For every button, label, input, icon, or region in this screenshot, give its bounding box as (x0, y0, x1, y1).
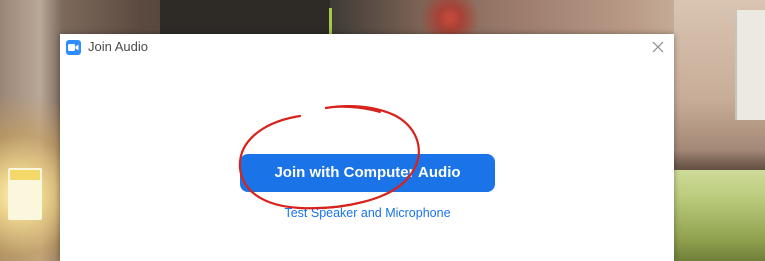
background-green-line (329, 8, 332, 34)
background-white-panel (735, 10, 765, 120)
join-with-computer-audio-button[interactable]: Join with Computer Audio (240, 154, 495, 192)
dialog-titlebar: Join Audio (60, 34, 674, 60)
zoom-camera-icon (66, 40, 81, 55)
background-green-box (674, 170, 765, 261)
close-icon[interactable] (650, 39, 666, 55)
join-audio-dialog: Join Audio Join with Computer Audio Test… (60, 34, 674, 261)
background-lamp-stripe (10, 170, 40, 180)
background-dark-region (160, 0, 330, 34)
test-speaker-and-microphone-link[interactable]: Test Speaker and Microphone (240, 206, 495, 220)
background-red-object (420, 0, 500, 34)
dialog-title: Join Audio (88, 39, 148, 54)
